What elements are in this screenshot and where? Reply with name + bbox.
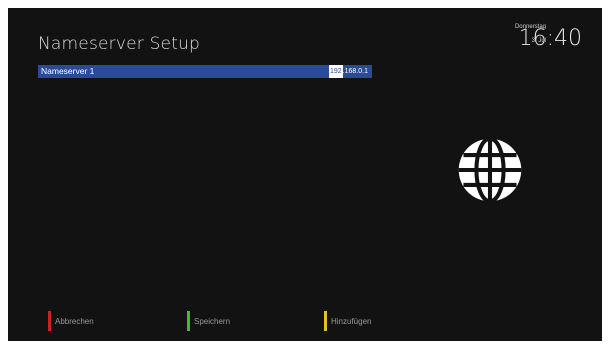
save-label: Speichern [194, 316, 231, 326]
page-title: Nameserver Setup [38, 34, 201, 54]
cancel-label: Abbrechen [55, 316, 94, 326]
save-button[interactable]: Speichern [187, 311, 230, 331]
yellow-key-indicator [324, 311, 327, 331]
add-label: Hinzufügen [331, 316, 372, 326]
ip-cursor-segment[interactable]: 192 [329, 65, 343, 78]
green-key-indicator [187, 311, 190, 331]
clock: 16:40 [518, 26, 582, 51]
globe-icon [458, 136, 522, 204]
red-key-indicator [48, 311, 51, 331]
nameserver-1-value[interactable]: 192.168.0.1 [329, 65, 368, 78]
add-button[interactable]: Hinzufügen [324, 311, 371, 331]
ip-rest: .168.0.1 [342, 68, 368, 75]
nameserver-1-row[interactable]: Nameserver 1 192.168.0.1 [38, 65, 372, 78]
nameserver-1-label: Nameserver 1 [41, 66, 95, 76]
cancel-button[interactable]: Abbrechen [48, 311, 94, 331]
setup-screen: Nameserver Setup Donnerstag 3. Jul 16:40… [8, 8, 602, 341]
